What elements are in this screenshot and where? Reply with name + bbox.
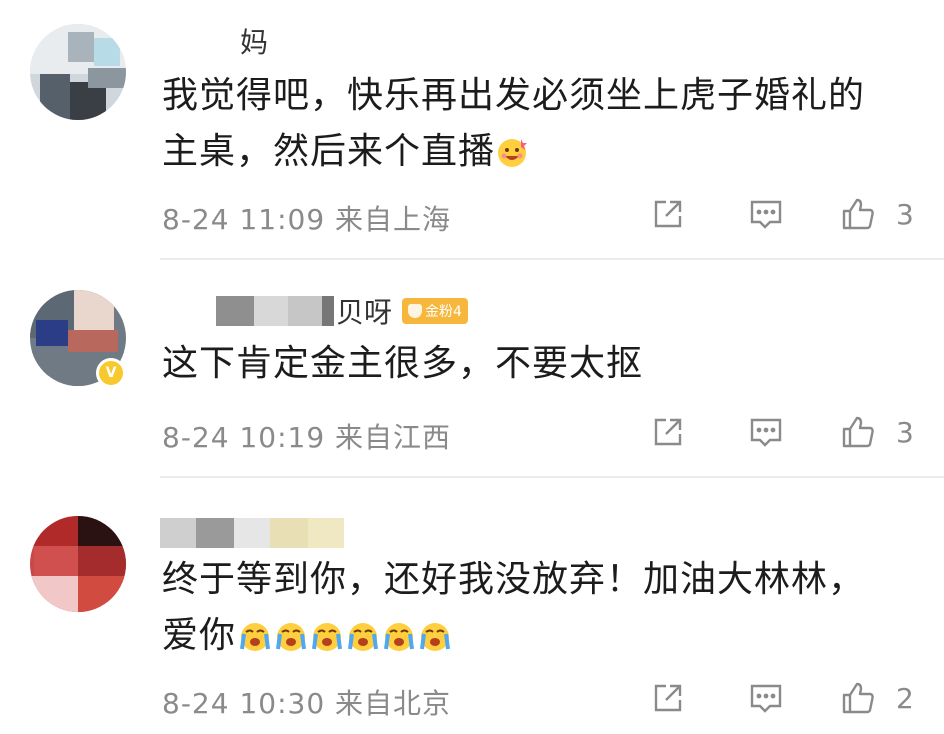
share-box-icon[interactable] [650,414,686,450]
username-mosaic [322,296,334,326]
happy-face-emoji-icon [495,130,529,167]
comment-line: 爱你 [162,615,237,656]
crying-face-emoji-icon [382,614,416,651]
thumbs-up-icon[interactable] [840,414,876,450]
like-count: 3 [896,198,914,231]
username-mosaic [270,518,308,548]
fan-shield-icon [408,304,423,318]
username[interactable]: 妈 [160,24,269,59]
crying-emoji-group [236,615,452,656]
comment-time-location: 8-24 10:19 来自江西 [162,416,451,456]
username-mosaic [288,296,322,326]
comment-time: 8-24 10:30 [162,687,326,720]
comment-location: 来自江西 [335,421,452,454]
comment-time: 8-24 10:19 [162,421,326,454]
comment-content: 我觉得吧，快乐再出发必须坐上虎子婚礼的 主桌，然后来个直播 [162,68,902,180]
like-count: 3 [896,416,914,449]
thumbs-up-icon[interactable] [840,680,876,716]
username-text: 贝呀 [336,296,393,329]
username-mosaic [160,296,216,326]
crying-face-emoji-icon [274,614,308,651]
comment-location: 来自上海 [335,203,452,236]
thumbs-up-icon[interactable] [840,196,876,232]
comment-time: 8-24 11:09 [162,203,326,236]
comment-line: 主桌，然后来个直播 [162,131,496,172]
crying-face-emoji-icon [310,614,344,651]
username-text: 妈 [240,26,269,59]
crying-face-emoji-icon [238,614,272,651]
comment-bubble-icon[interactable] [748,196,784,232]
comment-line: 我觉得吧，快乐再出发必须坐上虎子婚礼的 [162,75,866,116]
username-mosaic [160,518,196,548]
comment-content: 这下肯定金主很多，不要太抠 [162,336,902,392]
username-mosaic [254,296,288,326]
comment-bubble-icon[interactable] [748,680,784,716]
username[interactable] [160,516,346,550]
username-mosaic [216,296,254,326]
comment-meta: 8-24 10:30 来自北京 2 [162,678,916,720]
comment-time-location: 8-24 10:30 来自北京 [162,682,451,722]
username-mosaic [308,518,344,548]
share-box-icon[interactable] [650,680,686,716]
comment-meta: 8-24 11:09 来自上海 3 [162,194,916,236]
comment-time-location: 8-24 11:09 来自上海 [162,198,451,238]
fan-level-label: 金粉4 [425,304,462,320]
comment-line: 这下肯定金主很多，不要太抠 [162,343,644,384]
verified-badge-icon: V [96,358,126,388]
comment-line: 终于等到你，还好我没放弃！加油大林林， [162,559,866,600]
username-mosaic [234,518,270,548]
username-mosaic [160,26,238,56]
comment-meta: 8-24 10:19 来自江西 3 [162,412,916,454]
username-mosaic [196,518,234,548]
crying-face-emoji-icon [418,614,452,651]
avatar[interactable] [30,516,126,612]
share-box-icon[interactable] [650,196,686,232]
comment-item: V 贝呀 金粉4 这下肯定金主很多，不要太抠 8-24 10:19 来自江西 3 [0,260,944,476]
comment-item: 终于等到你，还好我没放弃！加油大林林， 爱你 8-24 10:30 来自北京 2 [0,478,944,734]
comment-content: 终于等到你，还好我没放弃！加油大林林， 爱你 [162,552,902,664]
username[interactable]: 贝呀 金粉4 [160,294,468,329]
avatar[interactable] [30,24,126,120]
comment-item: 妈 我觉得吧，快乐再出发必须坐上虎子婚礼的 主桌，然后来个直播 8-24 11:… [0,0,944,258]
comment-bubble-icon[interactable] [748,414,784,450]
crying-face-emoji-icon [346,614,380,651]
comment-location: 来自北京 [335,687,452,720]
like-count: 2 [896,682,914,715]
fan-level-badge[interactable]: 金粉4 [402,298,468,324]
